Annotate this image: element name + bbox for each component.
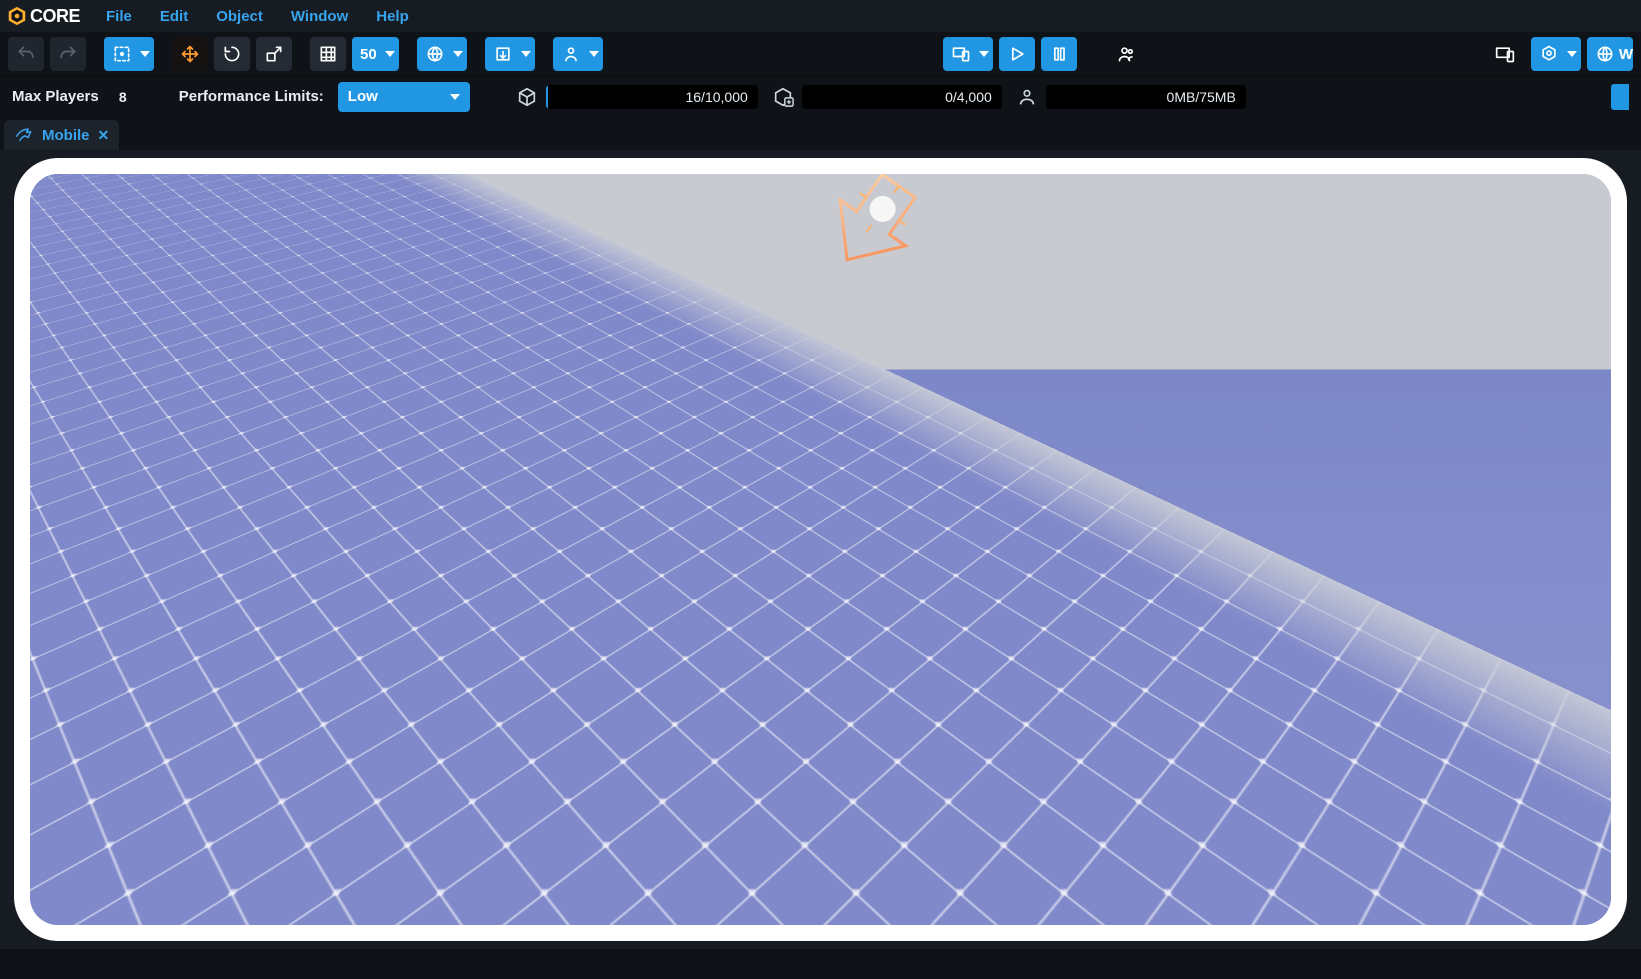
chevron-down-icon: [140, 51, 150, 57]
menu-object[interactable]: Object: [204, 4, 275, 29]
menu-bar: CORE File Edit Object Window Help: [0, 0, 1641, 32]
scale-tool-button[interactable]: [256, 37, 292, 71]
character-icon: [561, 44, 581, 64]
tab-strip: Mobile ✕: [0, 116, 1641, 150]
object-count-bar: 16/10,000: [546, 85, 758, 109]
axis-gizmo[interactable]: z x y: [76, 843, 136, 903]
snap-surface-icon: [493, 44, 513, 64]
grid-snap-button[interactable]: [310, 37, 346, 71]
multiplayer-preview-button[interactable]: [943, 37, 993, 71]
camera-settings-button[interactable]: [1531, 37, 1581, 71]
axis-z-label: z: [95, 846, 100, 857]
memory-stat: 0MB/75MB: [1016, 85, 1246, 109]
info-bar: Max Players 8 Performance Limits: Low 16…: [0, 76, 1641, 116]
redo-button[interactable]: [50, 37, 86, 71]
snap-value: 50: [360, 46, 377, 63]
app-name: CORE: [30, 6, 80, 27]
chevron-down-icon: [521, 51, 531, 57]
3d-viewport[interactable]: z x y: [30, 174, 1611, 925]
menu-window[interactable]: Window: [279, 4, 360, 29]
multiplayer-settings-button[interactable]: [1109, 37, 1145, 71]
pause-icon: [1049, 44, 1069, 64]
undo-icon: [16, 44, 36, 64]
character-stat-icon: [1016, 86, 1038, 108]
networked-count-value: 0/4,000: [945, 89, 992, 105]
move-tool-button[interactable]: [172, 37, 208, 71]
globe-icon: [1595, 44, 1615, 64]
directional-light-gizmo[interactable]: [805, 167, 935, 287]
main-toolbar: 50 W: [0, 32, 1641, 76]
tab-mobile[interactable]: Mobile ✕: [4, 120, 119, 150]
selection-mode-button[interactable]: [104, 37, 154, 71]
mobile-preview-icon: [14, 125, 34, 145]
mobile-device-frame: z x y: [14, 158, 1627, 941]
chevron-down-icon: [589, 51, 599, 57]
player-spawn-gizmo[interactable]: [805, 534, 849, 628]
ground-grid: [14, 158, 231, 177]
sky-sphere-gizmo[interactable]: [955, 655, 997, 697]
chevron-down-icon: [450, 94, 460, 100]
networked-cube-icon: [772, 86, 794, 108]
chevron-down-icon: [385, 51, 395, 57]
rotate-tool-button[interactable]: [214, 37, 250, 71]
rotate-icon: [222, 44, 242, 64]
scale-icon: [264, 44, 284, 64]
performance-limits-value: Low: [348, 88, 378, 105]
devices-icon: [951, 44, 971, 64]
chevron-down-icon: [979, 51, 989, 57]
gear-cube-icon: [1539, 44, 1559, 64]
networked-count-bar: 0/4,000: [802, 85, 1002, 109]
grid-icon: [318, 44, 338, 64]
device-preview-button[interactable]: [1485, 37, 1525, 71]
selection-icon: [112, 44, 132, 64]
chevron-down-icon: [453, 51, 463, 57]
memory-bar: 0MB/75MB: [1046, 85, 1246, 109]
right-edge-button[interactable]: [1611, 84, 1629, 110]
max-players-value[interactable]: 8: [113, 84, 133, 110]
play-icon: [1007, 44, 1027, 64]
people-icon: [1117, 44, 1137, 64]
transform-space-button[interactable]: [417, 37, 467, 71]
max-players-label: Max Players: [12, 88, 99, 105]
networked-count-stat: 0/4,000: [772, 85, 1002, 109]
axis-x-label: x: [124, 861, 129, 872]
chevron-down-icon: [1567, 51, 1577, 57]
monitor-mobile-icon: [1493, 44, 1517, 64]
world-mode-button[interactable]: W: [1587, 37, 1633, 71]
menu-help[interactable]: Help: [364, 4, 421, 29]
play-button[interactable]: [999, 37, 1035, 71]
menu-edit[interactable]: Edit: [148, 4, 200, 29]
performance-limits-label: Performance Limits:: [179, 88, 324, 105]
move-icon: [180, 44, 200, 64]
menu-file[interactable]: File: [94, 4, 144, 29]
core-logo-icon: [6, 5, 28, 27]
axis-y-label: y: [119, 891, 124, 902]
snap-to-surface-button[interactable]: [485, 37, 535, 71]
memory-value: 0MB/75MB: [1167, 89, 1236, 105]
undo-button[interactable]: [8, 37, 44, 71]
pause-button[interactable]: [1041, 37, 1077, 71]
tab-label: Mobile: [42, 127, 90, 144]
snap-value-button[interactable]: 50: [352, 37, 399, 71]
performance-limits-select[interactable]: Low: [338, 82, 470, 112]
bottom-panel-strip: [0, 949, 1641, 979]
viewport-panel: z x y: [0, 150, 1641, 949]
globe-icon: [425, 44, 445, 64]
object-count-stat: 16/10,000: [516, 85, 758, 109]
character-tool-button[interactable]: [553, 37, 603, 71]
object-count-value: 16/10,000: [685, 89, 747, 105]
close-tab-icon[interactable]: ✕: [98, 127, 110, 144]
world-mode-label: W: [1619, 46, 1633, 63]
redo-icon: [58, 44, 78, 64]
app-logo: CORE: [6, 5, 80, 27]
cube-icon: [516, 86, 538, 108]
